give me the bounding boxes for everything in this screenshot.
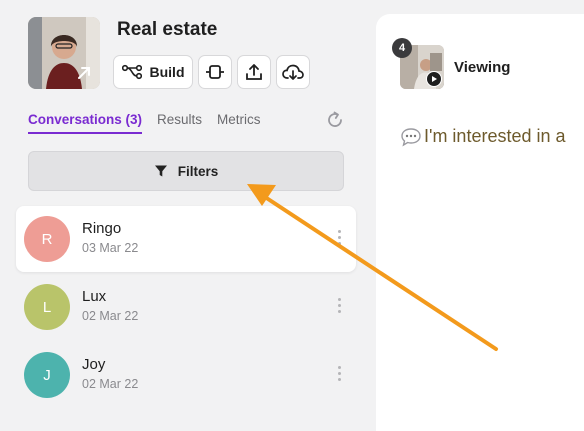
conversation-date: 02 Mar 22: [82, 377, 139, 391]
speech-bubble-icon: [401, 127, 421, 146]
tab-conversations[interactable]: Conversations (3): [28, 112, 143, 134]
conversation-item[interactable]: R Ringo 03 Mar 22: [16, 206, 356, 272]
upload-icon: [246, 64, 262, 80]
contact-name: Ringo: [82, 220, 122, 237]
refresh-icon[interactable]: [325, 110, 345, 130]
contact-avatar: L: [24, 284, 70, 330]
expand-icon[interactable]: [76, 65, 92, 81]
play-icon[interactable]: [426, 71, 442, 87]
flow-icon: [121, 64, 142, 80]
upload-button[interactable]: [237, 55, 271, 89]
sidebar-panel: Real estate Build Conversations (3) Resu…: [0, 0, 376, 431]
toolbar: Build: [113, 55, 310, 89]
page-title: Real estate: [117, 19, 218, 40]
integration-button[interactable]: [198, 55, 232, 89]
contact-name: Lux: [82, 288, 107, 305]
conversation-date: 03 Mar 22: [82, 241, 139, 255]
contact-avatar: R: [24, 216, 70, 262]
conversation-date: 02 Mar 22: [82, 309, 139, 323]
conversation-item[interactable]: L Lux 02 Mar 22: [16, 274, 356, 340]
tab-metrics[interactable]: Metrics: [217, 112, 261, 134]
workspace-avatar[interactable]: [28, 17, 100, 89]
message-text: I'm interested in a: [424, 126, 566, 146]
integration-icon: [206, 65, 224, 79]
conversation-item[interactable]: J Joy 02 Mar 22: [16, 342, 356, 408]
conversation-detail-panel: 4 Viewing I'm interested in a: [376, 14, 584, 431]
filter-icon: [154, 165, 167, 177]
status-label: Viewing: [454, 59, 511, 76]
filters-button[interactable]: Filters: [28, 151, 344, 191]
contact-avatar: J: [24, 352, 70, 398]
cloud-download-button[interactable]: [276, 55, 310, 89]
cloud-download-icon: [282, 64, 304, 80]
more-options-icon[interactable]: [338, 298, 342, 316]
filters-label: Filters: [177, 163, 219, 179]
more-options-icon[interactable]: [338, 230, 342, 248]
message-preview: I'm interested in a: [400, 126, 566, 147]
build-label: Build: [149, 64, 185, 80]
build-button[interactable]: Build: [113, 55, 193, 89]
tab-results[interactable]: Results: [157, 112, 202, 134]
media-count-badge: 4: [392, 38, 412, 58]
more-options-icon[interactable]: [338, 366, 342, 384]
contact-name: Joy: [82, 356, 106, 373]
tab-bar: Conversations (3) Results Metrics: [28, 112, 261, 134]
